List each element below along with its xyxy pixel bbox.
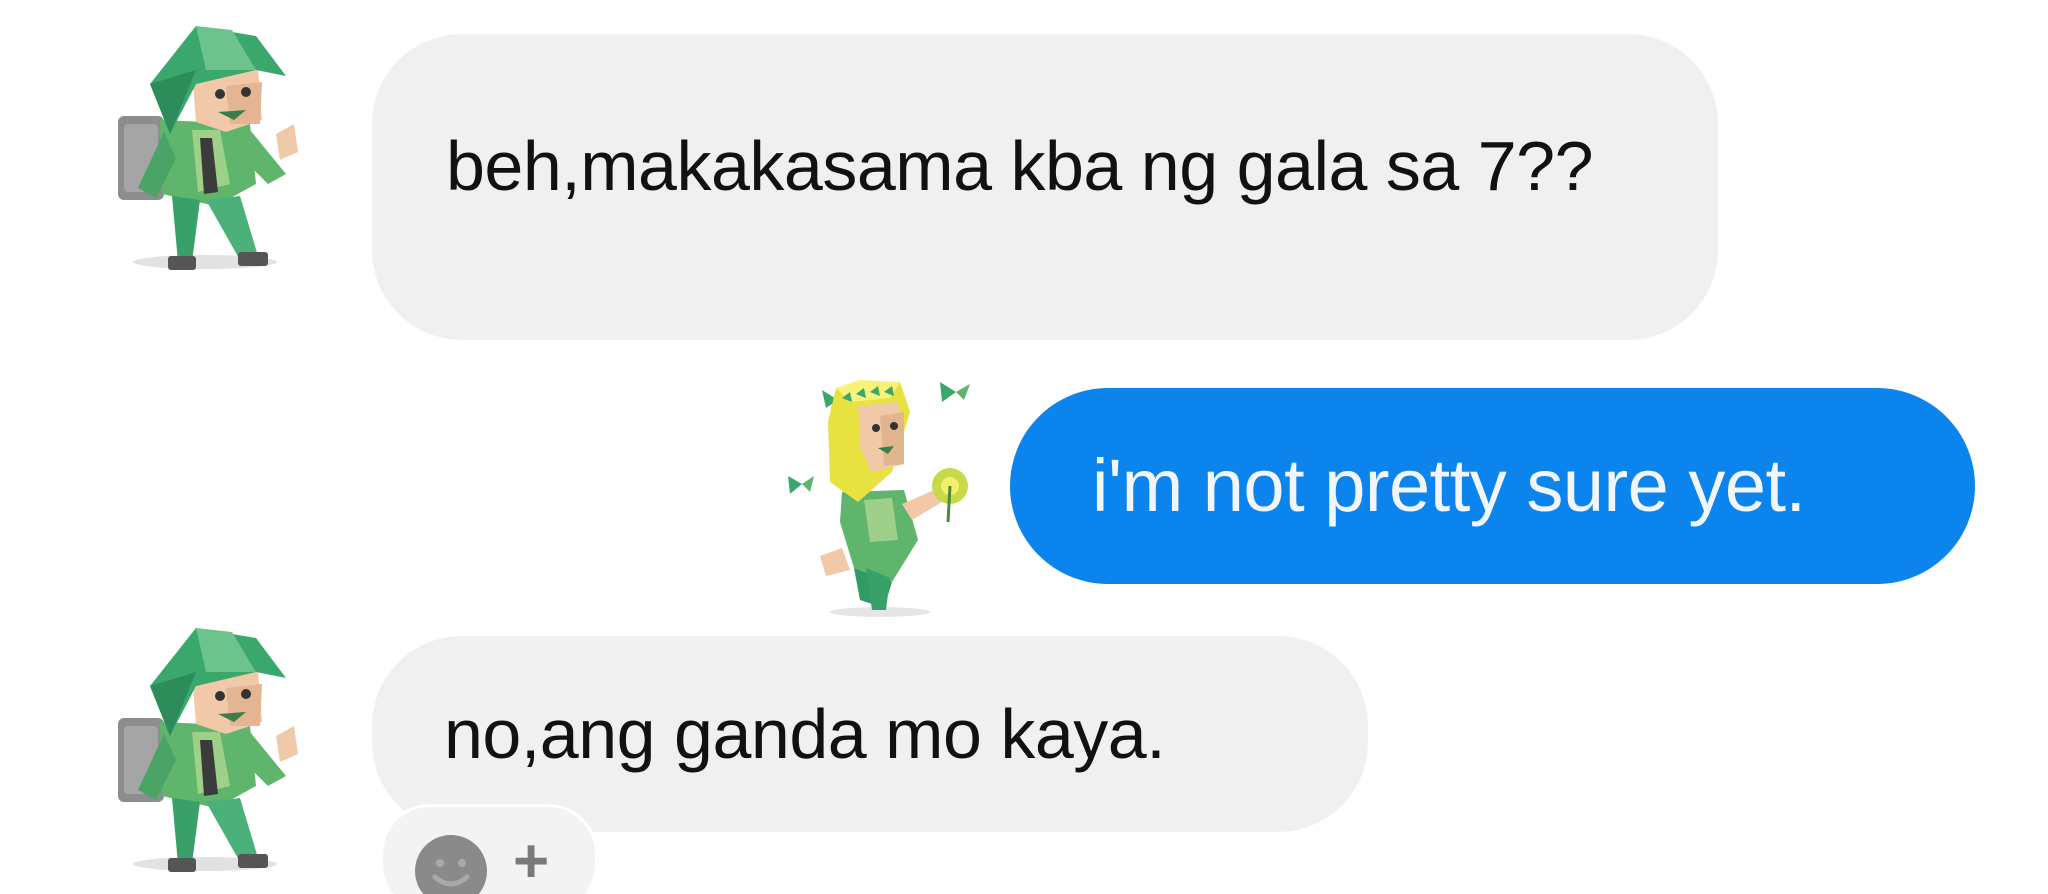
sender-avatar[interactable]	[80, 24, 330, 274]
sender-avatar[interactable]	[80, 626, 330, 876]
add-reaction-button[interactable]: +	[380, 804, 598, 894]
message-text: beh,makakasama kba ng gala sa 7??	[446, 127, 1594, 205]
receiver-avatar[interactable]	[780, 372, 1030, 622]
green-hooded-traveler-sticker-icon	[118, 26, 298, 270]
chat-thread: beh,makakasama kba ng gala sa 7?? i'm no…	[0, 0, 2048, 894]
incoming-message-bubble[interactable]: no,ang ganda mo kaya.	[372, 636, 1368, 832]
plus-icon: +	[513, 827, 550, 894]
message-text: i'm not pretty sure yet.	[1092, 444, 1806, 527]
add-reaction-smiley-icon	[415, 835, 487, 894]
outgoing-message-bubble[interactable]: i'm not pretty sure yet.	[1010, 388, 1975, 584]
green-hooded-traveler-sticker-icon	[118, 628, 298, 872]
yellow-haired-dancer-sticker-icon	[788, 380, 970, 617]
incoming-message-bubble[interactable]: beh,makakasama kba ng gala sa 7??	[372, 34, 1718, 340]
message-text: no,ang ganda mo kaya.	[444, 695, 1166, 773]
